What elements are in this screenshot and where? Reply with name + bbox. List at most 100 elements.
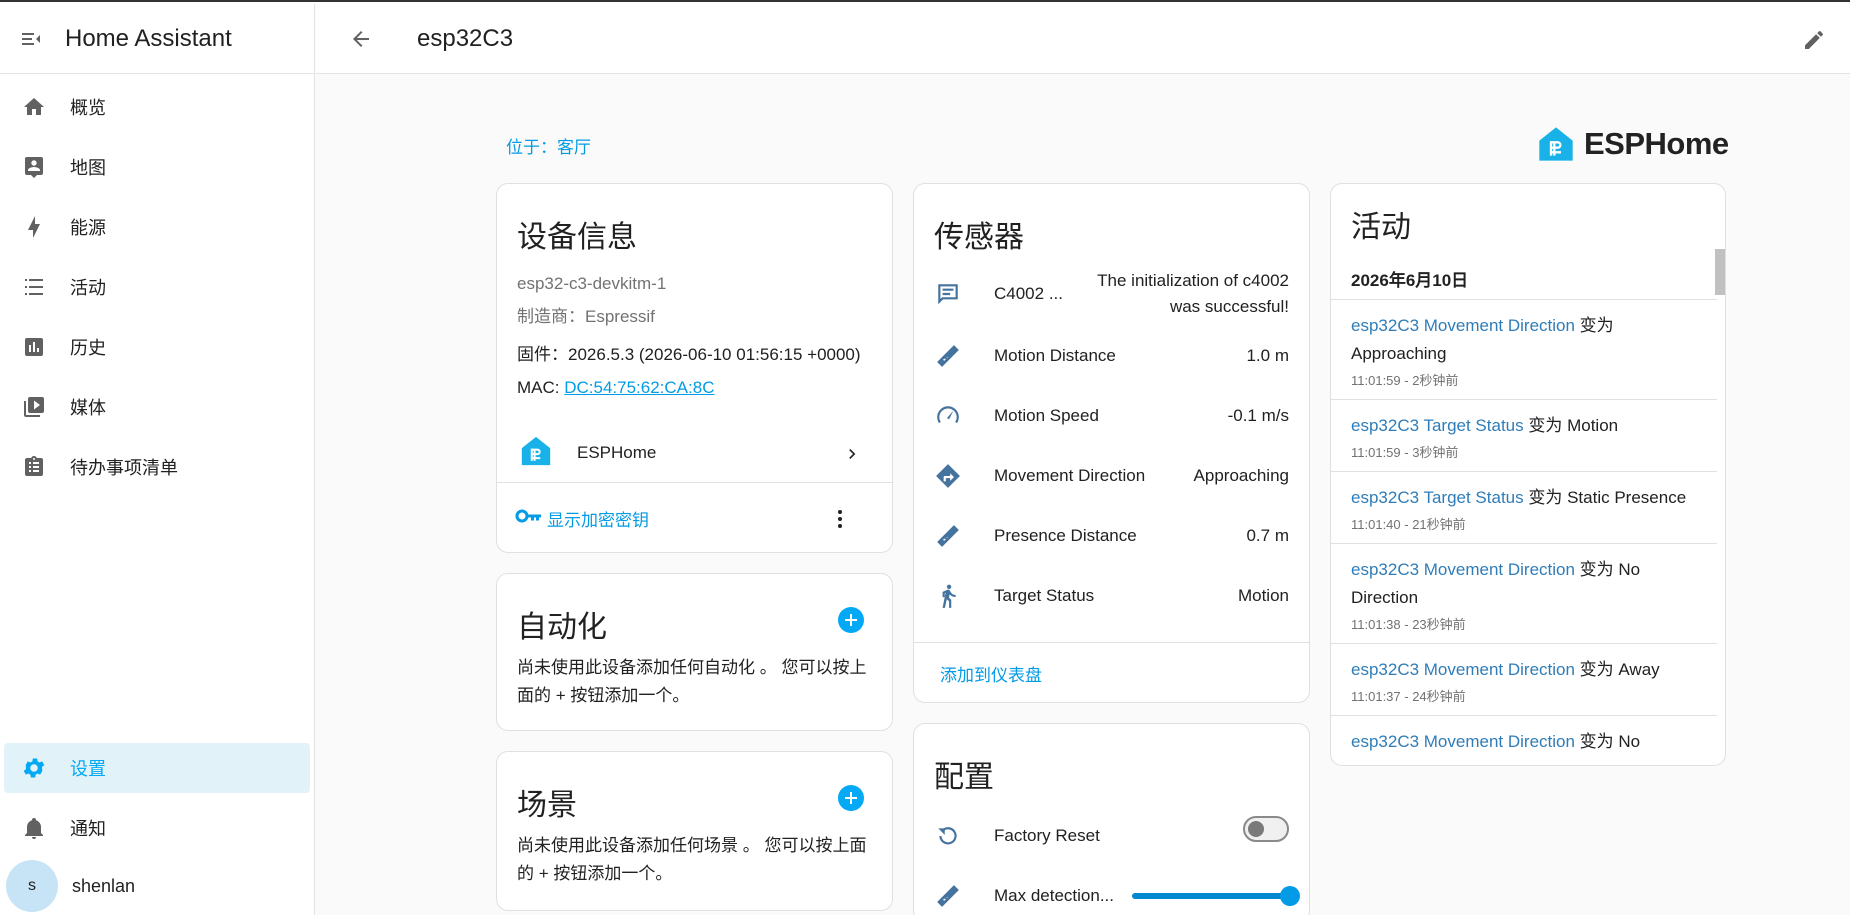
card-title: 配置: [934, 761, 994, 794]
max-detection-slider[interactable]: [1132, 886, 1300, 906]
device-actions: 显示加密密钥: [497, 482, 892, 552]
user-profile[interactable]: s shenlan: [0, 857, 314, 915]
area-link[interactable]: 位于：客厅: [506, 133, 591, 158]
automations-card: 自动化 尚未使用此设备添加任何自动化 。 您可以按上面的 + 按钮添加一个。: [496, 573, 893, 731]
entity-link[interactable]: esp32C3 Target Status: [1351, 488, 1524, 507]
sensor-row[interactable]: Motion Distance 1.0 m: [914, 326, 1309, 386]
activity-scrollbar[interactable]: [1715, 249, 1725, 295]
chart-box-icon: [18, 331, 50, 363]
sidebar-bottom: 设置 通知 s shenlan: [0, 743, 314, 915]
menu-open-icon[interactable]: [16, 24, 46, 54]
integration-label: ESPHome: [577, 443, 657, 462]
activity-time: 11:01:59 - 2秒钟前: [1351, 373, 1459, 388]
sidebar-item-media[interactable]: 媒体: [4, 382, 310, 432]
esphome-logo-icon: [519, 434, 553, 473]
walk-icon: [932, 580, 964, 612]
sensor-value: 0.7 m: [1246, 526, 1289, 545]
list-item[interactable]: esp32C3 Target Status 变为 Motion 11:01:59…: [1331, 399, 1717, 471]
config-row[interactable]: Factory Reset: [914, 806, 1309, 866]
list-item[interactable]: esp32C3 Movement Direction 变为 No: [1331, 715, 1717, 765]
list-item[interactable]: esp32C3 Movement Direction 变为 Away 11:01…: [1331, 643, 1717, 715]
sidebar-item-label: 概览: [70, 98, 106, 118]
activity-time: 11:01:40 - 21秒钟前: [1351, 517, 1466, 532]
mac-label: MAC:: [517, 378, 565, 397]
list-item[interactable]: esp32C3 Movement Direction 变为 Approachin…: [1331, 299, 1717, 399]
avatar: s: [6, 860, 58, 912]
integration-row[interactable]: ESPHome: [497, 424, 892, 482]
activity-text: esp32C3 Movement Direction 变为 No Directi…: [1351, 556, 1701, 612]
plus-icon: [845, 792, 857, 804]
page-title: esp32C3: [417, 24, 514, 52]
config-row[interactable]: Max detection...: [914, 866, 1309, 915]
sensor-row[interactable]: C4002 ... The initialization of c4002 wa…: [914, 264, 1309, 324]
scenes-empty-text: 尚未使用此设备添加任何场景 。 您可以按上面的 + 按钮添加一个。: [517, 836, 867, 883]
sidebar-item-settings[interactable]: 设置: [4, 743, 310, 793]
entity-link[interactable]: esp32C3 Movement Direction: [1351, 316, 1575, 335]
scenes-card: 场景 尚未使用此设备添加任何场景 。 您可以按上面的 + 按钮添加一个。: [496, 751, 893, 911]
pencil-icon[interactable]: [1798, 24, 1830, 56]
sensor-name: Presence Distance: [994, 526, 1137, 545]
sensor-value: Motion: [1237, 586, 1289, 605]
sensor-value: -0.1 m/s: [1227, 406, 1289, 425]
more-vertical-icon[interactable]: [828, 507, 852, 531]
sidebar-item-overview[interactable]: 概览: [4, 82, 310, 132]
user-name: shenlan: [72, 875, 136, 896]
plus-icon: [845, 614, 857, 626]
sidebar-item-label: 媒体: [70, 398, 106, 418]
sidebar-item-label: 地图: [70, 158, 106, 178]
entity-link[interactable]: esp32C3 Target Status: [1351, 416, 1524, 435]
ruler-icon: [932, 340, 964, 372]
activity-time: 11:01:59 - 3秒钟前: [1351, 445, 1459, 460]
slider-thumb[interactable]: [1280, 886, 1300, 906]
sidebar-item-label: 活动: [70, 278, 106, 298]
restore-icon: [932, 820, 964, 852]
sidebar-item-logbook[interactable]: 活动: [4, 262, 310, 312]
sensor-name: C4002 ...: [994, 284, 1063, 303]
entity-link[interactable]: esp32C3 Movement Direction: [1351, 560, 1575, 579]
sidebar-item-history[interactable]: 历史: [4, 322, 310, 372]
config-name: Factory Reset: [994, 826, 1100, 845]
sidebar: Home Assistant 概览 地图 能源 活动 历史 媒体 待办事项清单 …: [0, 4, 315, 915]
sidebar-item-energy[interactable]: 能源: [4, 202, 310, 252]
show-key-button[interactable]: 显示加密密钥: [515, 504, 649, 533]
add-automation-button[interactable]: [838, 607, 864, 633]
back-arrow-icon[interactable]: [341, 19, 381, 59]
sensor-name: Movement Direction: [994, 466, 1146, 485]
activity-card: 活动 2026年6月10日 esp32C3 Movement Direction…: [1330, 183, 1726, 766]
sensor-row[interactable]: Presence Distance 0.7 m: [914, 506, 1309, 566]
sidebar-item-label: 能源: [70, 218, 106, 238]
lightning-icon: [18, 211, 50, 243]
activity-text: esp32C3 Target Status 变为 Static Presence: [1351, 484, 1701, 512]
mac-link[interactable]: DC:54:75:62:CA:8C: [564, 378, 714, 397]
activity-time: 11:01:38 - 23秒钟前: [1351, 617, 1466, 632]
sidebar-item-label: 通知: [70, 819, 106, 839]
sensor-row[interactable]: Movement Direction Approaching: [914, 446, 1309, 506]
app-title: Home Assistant: [65, 24, 232, 52]
list-item[interactable]: esp32C3 Movement Direction 变为 No Directi…: [1331, 543, 1717, 643]
list-icon: [18, 271, 50, 303]
sidebar-item-label: 待办事项清单: [70, 458, 178, 478]
sidebar-item-notifications[interactable]: 通知: [4, 803, 310, 853]
sidebar-item-map[interactable]: 地图: [4, 142, 310, 192]
automations-empty-text: 尚未使用此设备添加任何自动化 。 您可以按上面的 + 按钮添加一个。: [517, 658, 867, 705]
device-manufacturer: 制造商：Espressif: [517, 307, 655, 326]
sensor-row[interactable]: Motion Speed -0.1 m/s: [914, 386, 1309, 446]
sidebar-nav: 概览 地图 能源 活动 历史 媒体 待办事项清单: [0, 82, 314, 492]
key-icon: [515, 504, 543, 533]
sidebar-item-todo[interactable]: 待办事项清单: [4, 442, 310, 492]
gear-icon: [18, 752, 50, 784]
factory-reset-toggle[interactable]: [1243, 816, 1289, 842]
list-item[interactable]: esp32C3 Target Status 变为 Static Presence…: [1331, 471, 1717, 543]
add-to-dashboard-button[interactable]: 添加到仪表盘: [940, 661, 1042, 686]
entity-link[interactable]: esp32C3 Movement Direction: [1351, 660, 1575, 679]
bell-icon: [18, 812, 50, 844]
sensor-row[interactable]: Target Status Motion: [914, 566, 1309, 626]
add-scene-button[interactable]: [838, 785, 864, 811]
esphome-logo-icon: [1539, 127, 1573, 161]
top-bar: esp32C3: [316, 4, 1850, 74]
activity-text: esp32C3 Target Status 变为 Motion: [1351, 412, 1701, 440]
sensor-name: Motion Distance: [994, 346, 1116, 365]
entity-link[interactable]: esp32C3 Movement Direction: [1351, 732, 1575, 751]
sensors-card: 传感器 C4002 ... The initialization of c400…: [913, 183, 1310, 703]
map-account-icon: [18, 151, 50, 183]
